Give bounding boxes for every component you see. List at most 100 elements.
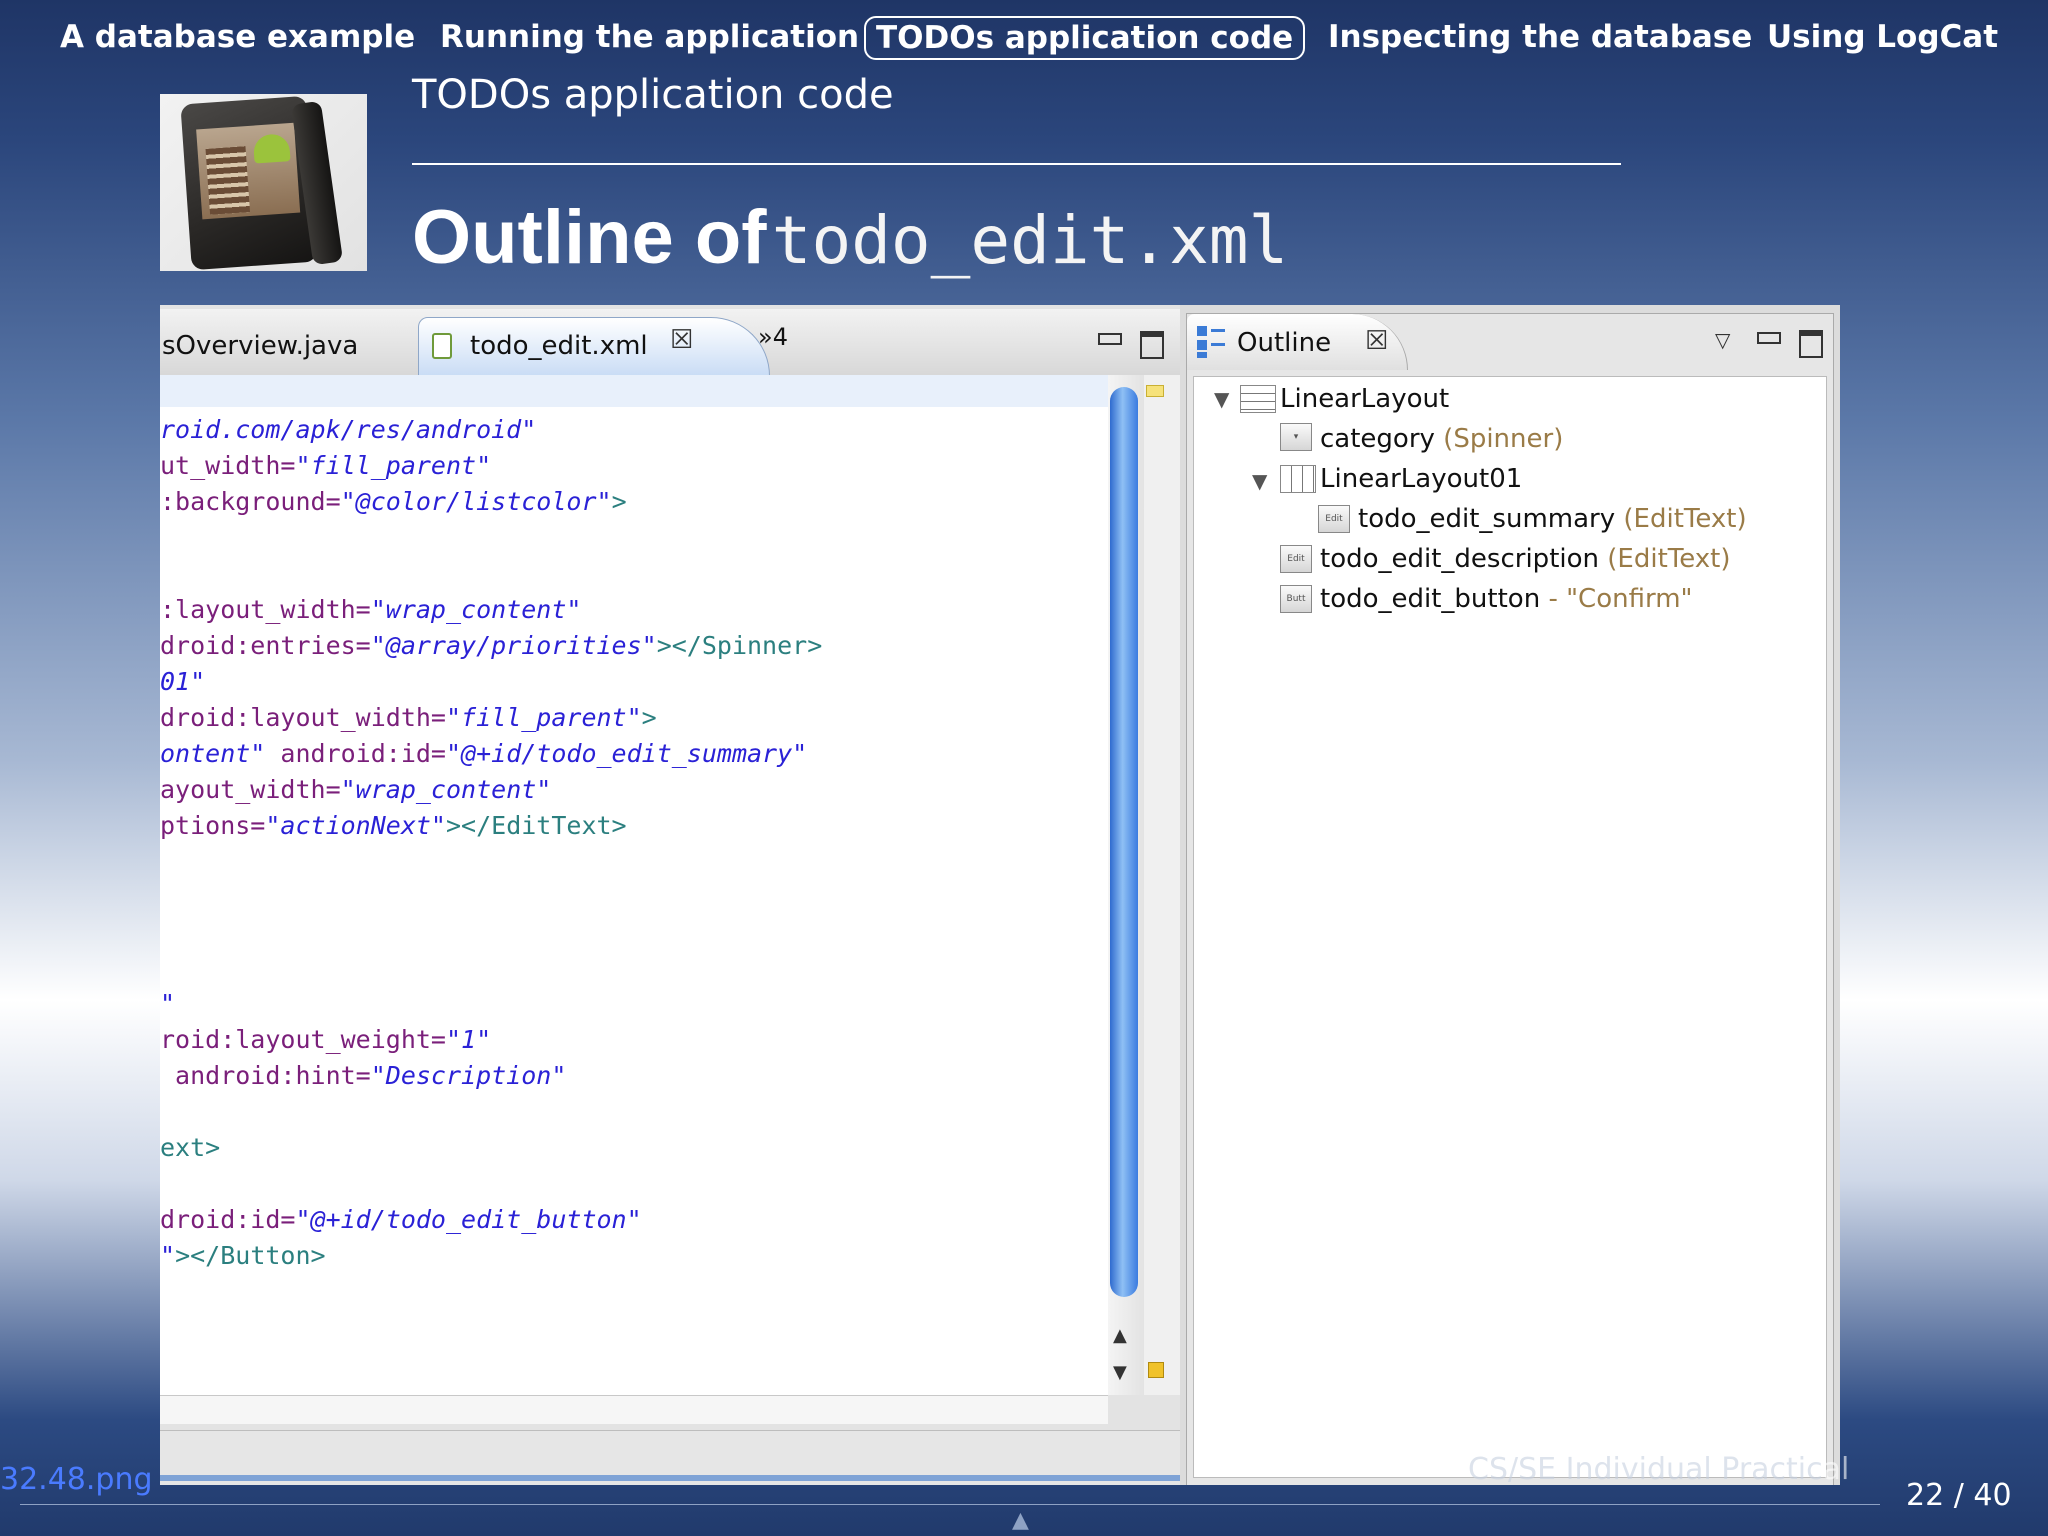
phone-screen <box>196 122 301 220</box>
scroll-down-arrow-icon[interactable]: ▼ <box>1113 1362 1127 1383</box>
node-type: (EditText) <box>1599 544 1731 574</box>
building-picture <box>205 146 251 215</box>
code-line[interactable]: " <box>160 989 175 1018</box>
node-name: LinearLayout <box>1280 384 1450 414</box>
code-line[interactable]: roid.com/apk/res/android" <box>160 415 536 444</box>
overflow-tab-count: 4 <box>772 323 788 351</box>
linear-layout-vertical-icon <box>1240 385 1276 413</box>
code-token: roid:layout_weight= <box>160 1025 446 1054</box>
scroll-up-arrow-icon[interactable]: ▲ <box>1113 1325 1127 1346</box>
code-token: droid:id= <box>160 1205 296 1234</box>
code-token: "Description" <box>370 1061 567 1090</box>
code-token: "fill_parent" <box>295 451 492 480</box>
code-token: ptions= <box>160 811 266 840</box>
node-type: - "Confirm" <box>1540 584 1693 614</box>
code-token: "wrap_content" <box>370 595 582 624</box>
linear-layout-horizontal-icon <box>1280 465 1316 493</box>
navigation-up-arrow-icon[interactable]: ▲ <box>1012 1508 1029 1533</box>
tab-todo-edit-xml[interactable]: todo_edit.xml <box>470 331 648 361</box>
frame-title: Outline of todo_edit.xml <box>412 196 1288 280</box>
code-line[interactable]: "></Button> <box>160 1241 326 1270</box>
image-filename-link[interactable]: 32.48.png <box>0 1462 153 1497</box>
horizontal-scrollbar[interactable] <box>160 1395 1108 1424</box>
ruler-marker-top[interactable] <box>1146 385 1164 397</box>
section-title: TODOs application code <box>412 72 894 118</box>
outline-minimize-icon[interactable] <box>1757 332 1781 344</box>
tree-node-linearlayout[interactable]: LinearLayout <box>1280 381 1449 417</box>
outline-tab[interactable]: Outline ☒ <box>1187 314 1408 370</box>
code-token: "@+id/todo_edit_button" <box>295 1205 642 1234</box>
tab-java-file[interactable]: sOverview.java <box>162 331 358 361</box>
android-robot-icon <box>252 133 291 164</box>
code-token: ></Button> <box>175 1241 326 1270</box>
node-name: LinearLayout01 <box>1320 464 1523 494</box>
ruler-marker-bottom[interactable] <box>1148 1362 1164 1378</box>
code-token: "@array/priorities" <box>370 631 657 660</box>
code-token: droid:entries= <box>160 631 371 660</box>
code-line[interactable]: 01" <box>160 667 205 696</box>
node-type: (Spinner) <box>1434 424 1564 454</box>
section-navigation: A database example Running the applicati… <box>0 0 2048 76</box>
code-token: android:hint= <box>160 1061 371 1090</box>
nav-item-using-logcat[interactable]: Using LogCat <box>1767 14 1998 60</box>
close-tab-icon[interactable]: ☒ <box>670 325 693 355</box>
code-token: :layout_width= <box>160 595 371 624</box>
nav-item-database-example[interactable]: A database example <box>60 14 415 60</box>
tree-node-category[interactable]: category (Spinner) <box>1320 421 1563 457</box>
code-line[interactable]: :background="@color/listcolor"> <box>160 487 627 516</box>
nav-item-todos-application-code[interactable]: TODOs application code <box>864 16 1306 60</box>
current-line-highlight <box>160 375 1108 407</box>
code-line[interactable]: droid:id="@+id/todo_edit_button" <box>160 1205 642 1234</box>
code-token: ut_width= <box>160 451 296 480</box>
minimize-icon[interactable] <box>1098 333 1122 345</box>
nav-item-running-application[interactable]: Running the application <box>440 14 859 60</box>
nav-item-inspecting-database[interactable]: Inspecting the database <box>1328 14 1752 60</box>
tree-node-todo-edit-summary[interactable]: todo_edit_summary (EditText) <box>1358 501 1747 537</box>
phone-logo-image <box>160 94 367 271</box>
tree-node-linearlayout01[interactable]: LinearLayout01 <box>1320 461 1522 497</box>
course-title-tail: al <box>1822 1452 1850 1487</box>
collapse-triangle-icon[interactable]: ▼ <box>1252 469 1267 493</box>
button-icon: Butt <box>1280 585 1312 613</box>
code-token: " <box>160 1241 176 1270</box>
more-tabs-button[interactable]: »4 <box>758 323 788 351</box>
code-token: > <box>611 487 627 516</box>
code-token: " <box>160 989 176 1018</box>
code-line[interactable]: ptions="actionNext"></EditText> <box>160 811 627 840</box>
tree-node-todo-edit-button[interactable]: todo_edit_button - "Confirm" <box>1320 581 1693 617</box>
code-token: ext> <box>160 1133 221 1162</box>
code-line[interactable]: ext> <box>160 1133 220 1162</box>
close-outline-icon[interactable]: ☒ <box>1365 326 1388 356</box>
code-token: "wrap_content" <box>340 775 552 804</box>
code-token: droid:layout_width= <box>160 703 446 732</box>
code-line[interactable]: droid:layout_width="fill_parent"> <box>160 703 657 732</box>
outline-maximize-icon[interactable] <box>1799 330 1823 358</box>
code-line[interactable]: ayout_width="wrap_content" <box>160 775 551 804</box>
code-editor[interactable]: roid.com/apk/res/android" ut_width="fill_… <box>160 375 1108 1395</box>
code-line[interactable]: android:hint="Description" <box>160 1061 566 1090</box>
code-line[interactable]: ut_width="fill_parent" <box>160 451 491 480</box>
outline-view: Outline ☒ ▽ ▼ LinearLayout ▾ category (S… <box>1186 313 1834 1485</box>
code-line[interactable]: ontent" android:id="@+id/todo_edit_summa… <box>160 739 807 768</box>
page-number: 22 / 40 <box>1906 1478 2012 1513</box>
node-name: category <box>1320 424 1435 454</box>
code-line[interactable]: :layout_width="wrap_content" <box>160 595 581 624</box>
code-line[interactable]: droid:entries="@array/priorities"></Spin… <box>160 631 822 660</box>
frame-title-filename: todo_edit.xml <box>771 202 1289 279</box>
maximize-icon[interactable] <box>1140 331 1164 359</box>
outline-tab-label: Outline <box>1237 328 1332 358</box>
header-divider <box>412 163 1621 165</box>
code-token: android:id= <box>265 739 446 768</box>
course-title-faded: CS/SE Individual Practic <box>1468 1452 1823 1487</box>
view-menu-chevron-down-icon[interactable]: ▽ <box>1715 328 1730 352</box>
code-token: ayout_width= <box>160 775 341 804</box>
node-type: (EditText) <box>1615 504 1747 534</box>
edittext-icon: Edit <box>1280 545 1312 573</box>
spinner-icon: ▾ <box>1280 423 1312 451</box>
tree-node-todo-edit-description[interactable]: todo_edit_description (EditText) <box>1320 541 1731 577</box>
code-token: "actionNext" <box>265 811 446 840</box>
code-line[interactable]: roid:layout_weight="1" <box>160 1025 491 1054</box>
code-token: roid.com/apk/res/android" <box>160 415 537 444</box>
scrollbar-thumb[interactable] <box>1110 387 1138 1297</box>
collapse-triangle-icon[interactable]: ▼ <box>1214 387 1229 411</box>
